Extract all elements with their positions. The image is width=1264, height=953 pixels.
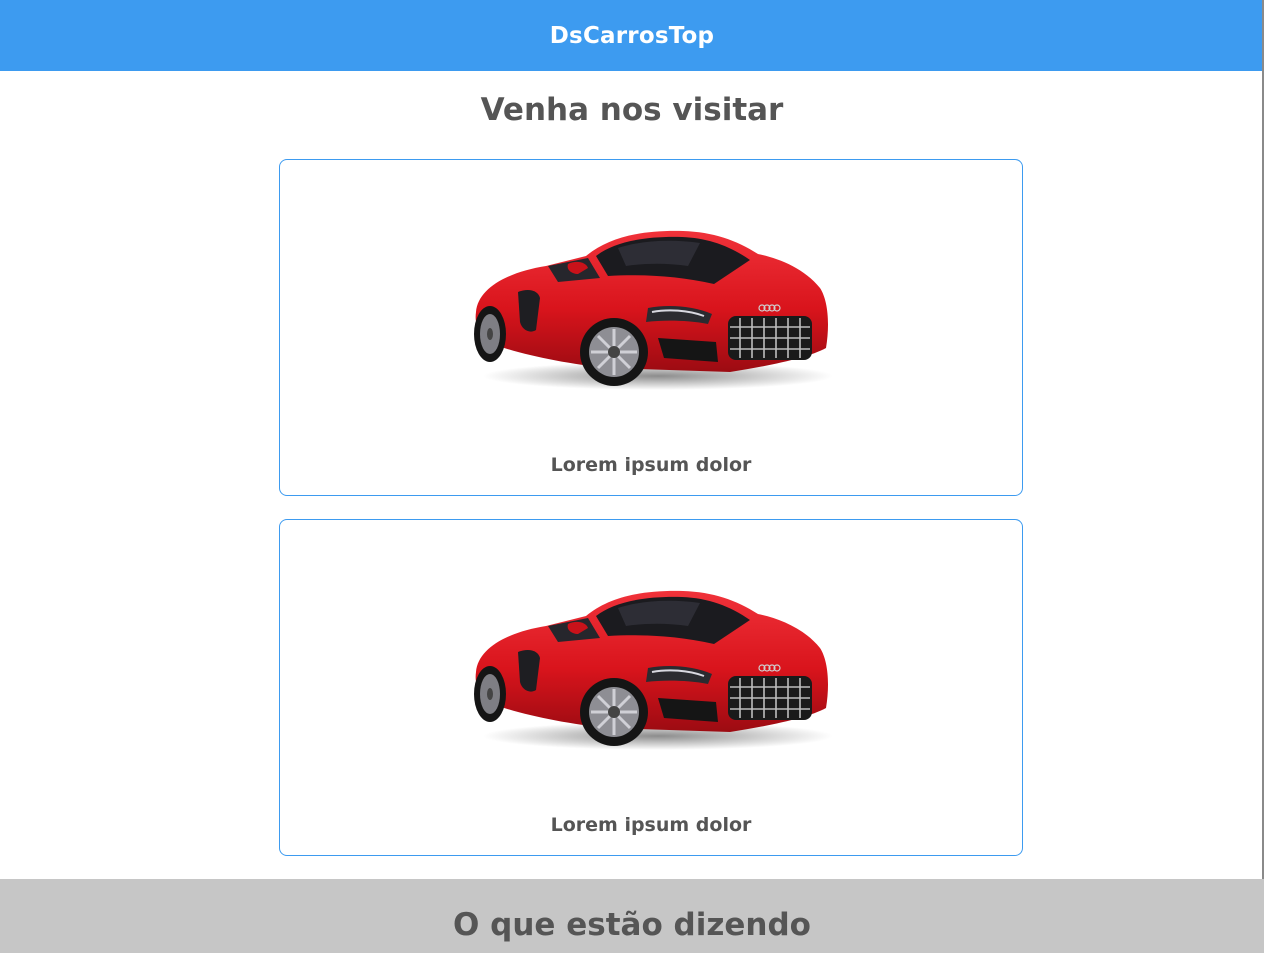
testimonials-section: O que estão dizendo: [0, 879, 1264, 953]
visit-section-title: Venha nos visitar: [480, 92, 784, 128]
header-bar: DsCarrosTop: [0, 0, 1264, 71]
car-image: [474, 590, 833, 750]
car-card: Lorem ipsum dolor: [279, 159, 1023, 496]
car-image: [474, 230, 833, 390]
car-card: Lorem ipsum dolor: [279, 519, 1023, 856]
card-caption: Lorem ipsum dolor: [550, 454, 752, 476]
card-caption: Lorem ipsum dolor: [550, 814, 752, 836]
brand-title[interactable]: DsCarrosTop: [550, 23, 714, 49]
testimonials-title: O que estão dizendo: [453, 907, 811, 943]
